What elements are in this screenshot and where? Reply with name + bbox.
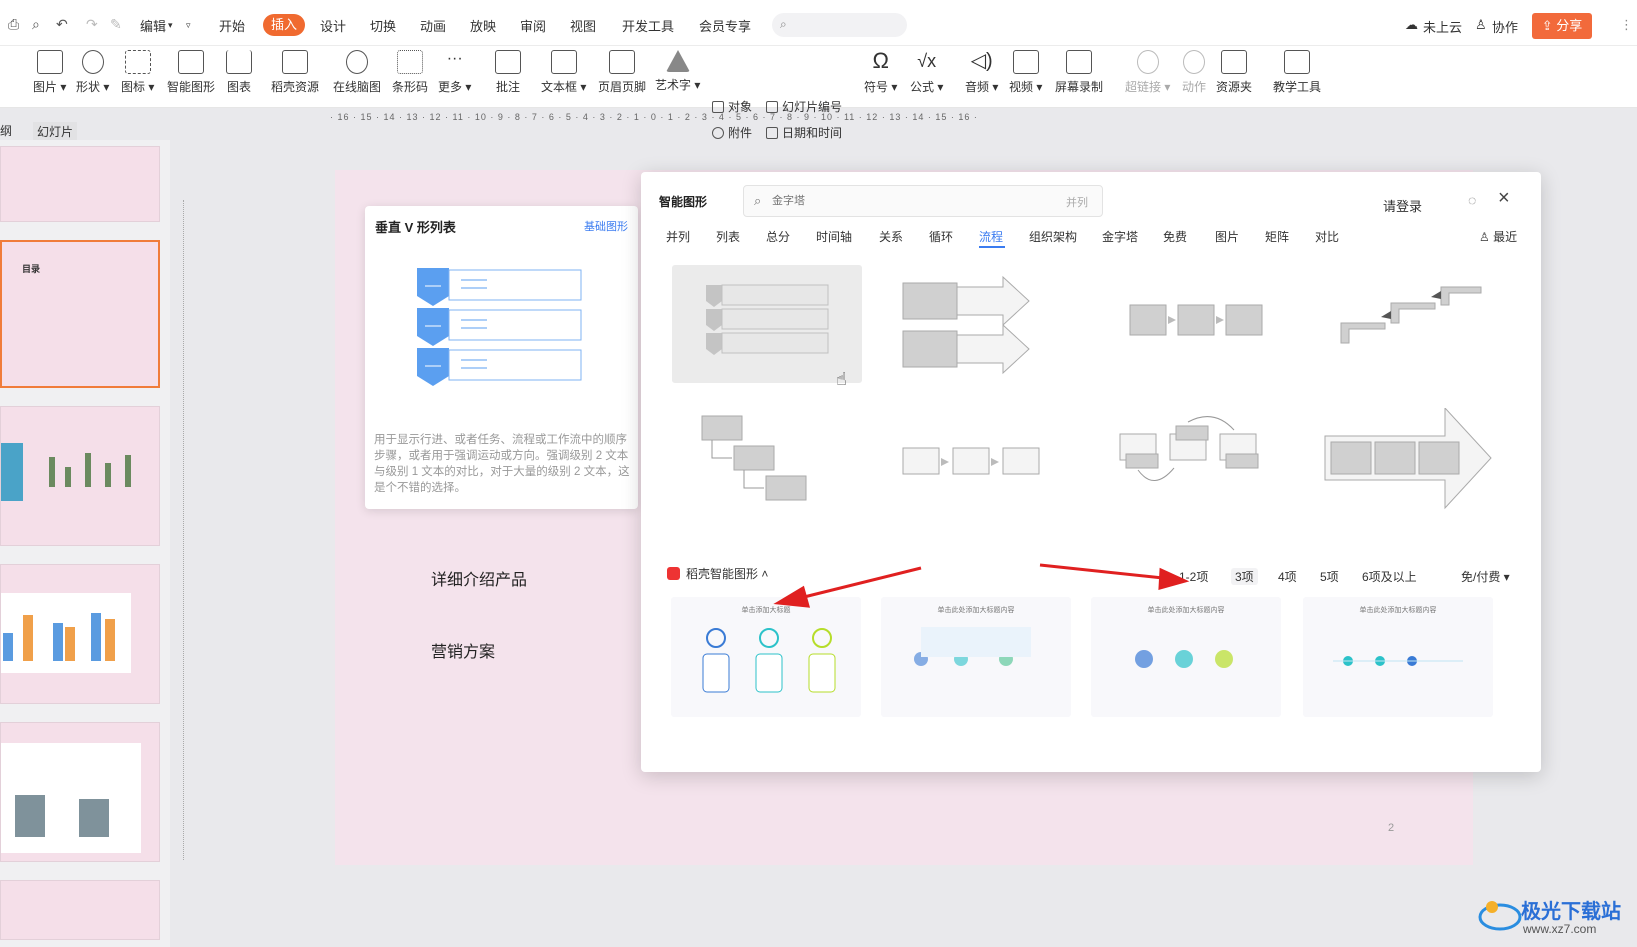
watermark-name: 极光下载站 — [1521, 901, 1621, 923]
red-arrowhead-right — [1158, 567, 1190, 591]
annotation-arrows — [773, 563, 1190, 608]
red-arrow-right — [1039, 563, 1164, 580]
watermark-url: www.xz7.com — [1523, 922, 1597, 936]
watermark-logo-icon — [1478, 901, 1522, 931]
red-arrowhead-left — [773, 585, 811, 608]
red-arrow-left — [799, 566, 922, 600]
